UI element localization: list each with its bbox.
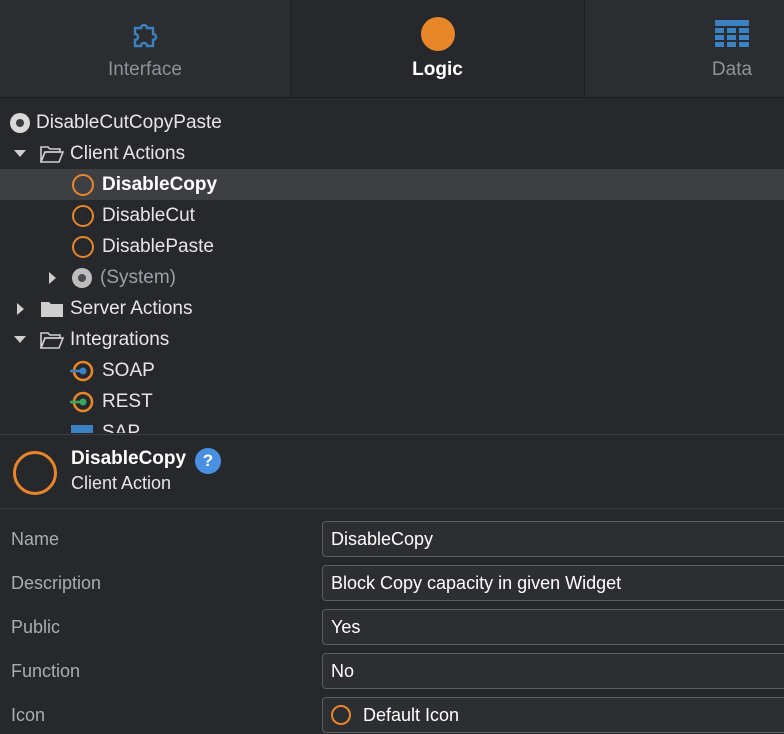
client-action-label: DisablePaste (102, 235, 214, 257)
integration-label: SOAP (102, 359, 155, 381)
help-icon[interactable]: ? (195, 448, 221, 474)
name-value: DisableCopy (331, 528, 434, 549)
client-actions-label: Client Actions (70, 142, 186, 164)
tab-logic[interactable]: Logic (291, 0, 584, 97)
tab-interface[interactable]: Interface (0, 0, 291, 97)
system-icon (72, 267, 92, 288)
icon-label: Icon (11, 705, 46, 725)
name-field[interactable]: DisableCopy (322, 521, 784, 557)
detail-title: DisableCopy (71, 448, 187, 469)
public-label: Public (11, 617, 61, 637)
system-label: (System) (100, 266, 176, 288)
tree-item-system[interactable]: (System) (0, 262, 784, 293)
description-value: Block Copy capacity in given Widget (331, 572, 622, 593)
description-field[interactable]: Block Copy capacity in given Widget (322, 565, 784, 601)
client-action-icon (72, 235, 94, 258)
sap-icon (70, 422, 94, 433)
client-action-label: DisableCopy (102, 173, 218, 195)
rest-icon (70, 391, 94, 413)
function-label: Function (11, 661, 81, 681)
tab-data[interactable]: Data (584, 0, 784, 97)
module-icon (10, 112, 30, 133)
integrations-label: Integrations (70, 328, 170, 350)
detail-header: DisableCopy ? Client Action (0, 436, 784, 508)
logic-circle-icon (420, 17, 455, 51)
folder-open-icon (40, 331, 64, 349)
tree-item-sap[interactable]: SAP (0, 417, 784, 433)
client-action-icon (72, 173, 94, 196)
chevron-down-icon[interactable] (13, 335, 27, 344)
server-actions-label: Server Actions (70, 297, 193, 319)
puzzle-icon (129, 17, 161, 51)
client-action-icon (72, 204, 94, 227)
logic-tree: DisableCutCopyPaste Client Actions Disab… (0, 107, 784, 433)
folder-icon (40, 300, 64, 318)
tree-item-disablepaste[interactable]: DisablePaste (0, 231, 784, 262)
tree-item-disablecut[interactable]: DisableCut (0, 200, 784, 231)
integration-label: REST (102, 390, 153, 412)
client-action-icon (13, 451, 57, 495)
tree-folder-server-actions[interactable]: Server Actions (0, 293, 784, 324)
function-select[interactable]: No (322, 653, 784, 689)
tree-folder-client-actions[interactable]: Client Actions (0, 138, 784, 169)
client-action-label: DisableCut (102, 204, 195, 226)
folder-open-icon (40, 145, 64, 163)
public-value: Yes (331, 616, 361, 637)
integration-label: SAP (102, 421, 141, 434)
tree-item-soap[interactable]: SOAP (0, 355, 784, 386)
tab-logic-label: Logic (412, 59, 463, 80)
grid-icon (715, 17, 749, 51)
tree-module-row[interactable]: DisableCutCopyPaste (0, 107, 784, 138)
tab-data-label: Data (711, 59, 753, 80)
module-label: DisableCutCopyPaste (36, 111, 222, 133)
panel-divider (0, 434, 784, 435)
tree-item-rest[interactable]: REST (0, 386, 784, 417)
default-icon-icon (331, 705, 351, 725)
header-divider (0, 508, 784, 509)
chevron-right-icon[interactable] (46, 271, 60, 284)
tab-bar: Interface Logic Data (0, 0, 784, 98)
function-value: No (331, 660, 355, 681)
public-select[interactable]: Yes (322, 609, 784, 645)
icon-value: Default Icon (363, 704, 460, 725)
tree-item-disablecopy[interactable]: DisableCopy (0, 169, 784, 200)
tab-interface-label: Interface (108, 59, 182, 80)
chevron-right-icon[interactable] (14, 302, 28, 315)
icon-picker[interactable]: Default Icon (322, 697, 784, 733)
name-label: Name (11, 529, 60, 549)
tree-folder-integrations[interactable]: Integrations (0, 324, 784, 355)
chevron-down-icon[interactable] (13, 149, 27, 158)
detail-subtitle: Client Action (71, 473, 172, 493)
soap-icon (70, 360, 94, 382)
description-label: Description (11, 573, 102, 593)
